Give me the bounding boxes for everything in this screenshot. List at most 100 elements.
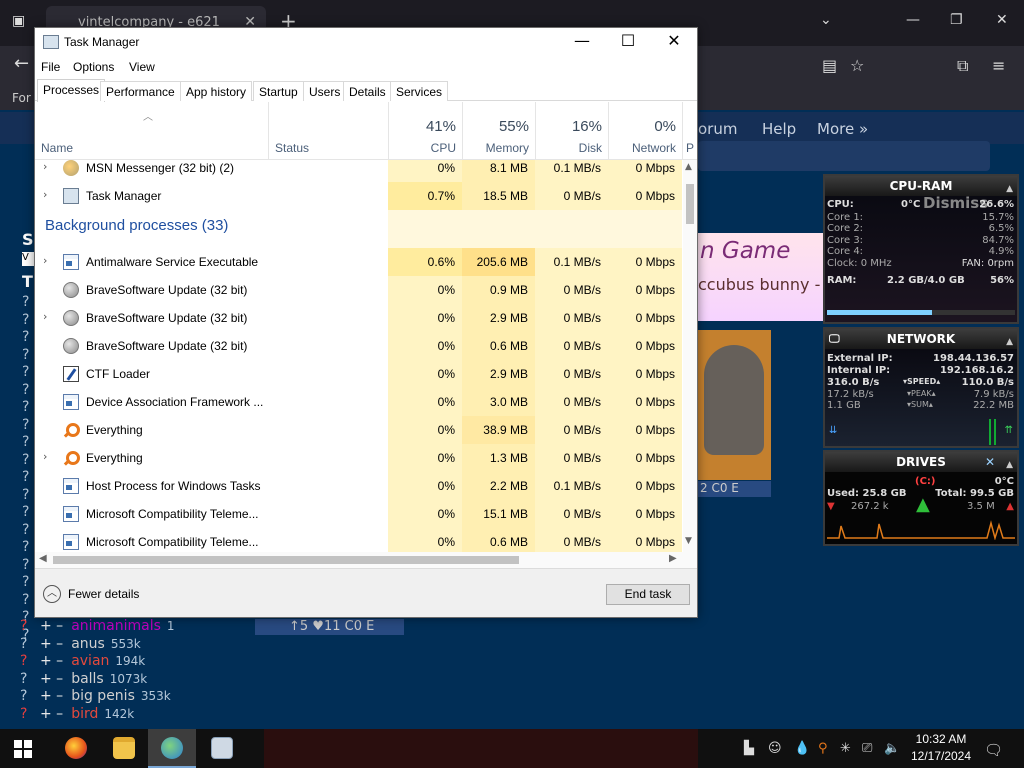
menu-view[interactable]: View <box>129 60 155 74</box>
maximize-button[interactable]: ☐ <box>605 32 651 54</box>
column-disk[interactable]: 16% Disk <box>535 102 608 160</box>
taskbar-task-manager[interactable] <box>198 729 246 768</box>
back-arrow-icon[interactable]: ← <box>14 53 29 74</box>
process-row[interactable]: BraveSoftware Update (32 bit) 0% 0.6 MB 0 M… <box>35 332 683 360</box>
tray-sparkle-icon[interactable]: ✳ <box>840 741 851 756</box>
scroll-left-icon[interactable]: ◀ <box>39 553 47 564</box>
tray-drop-icon[interactable]: 💧 <box>794 741 810 756</box>
minimize-button[interactable]: — <box>559 32 605 54</box>
column-name[interactable]: Name <box>41 141 73 155</box>
process-row[interactable]: Microsoft Compatibility Teleme... 0% 0.6 M… <box>35 528 683 552</box>
process-row[interactable]: Device Association Framework ... 0% 3.0 MB… <box>35 388 683 416</box>
column-network[interactable]: 0% Network <box>608 102 682 160</box>
tag-name-link[interactable]: balls <box>71 671 104 687</box>
tab-startup[interactable]: Startup <box>253 81 304 101</box>
tab-users[interactable]: Users <box>303 81 347 101</box>
close-button[interactable]: ✕ <box>651 32 697 54</box>
tag-name-link[interactable]: big penis <box>71 688 135 704</box>
tray-gadget-icon[interactable]: ▙ <box>744 741 754 756</box>
extensions-icon[interactable]: ⧉ <box>957 56 968 76</box>
process-row[interactable]: CTF Loader 0% 2.9 MB 0 MB/s 0 Mbps <box>35 360 683 388</box>
taskbar-firefox[interactable] <box>52 729 100 768</box>
scroll-right-icon[interactable]: ▶ <box>669 553 677 564</box>
process-row[interactable]: › BraveSoftware Update (32 bit) 0% 2.9 MB 0 … <box>35 304 683 332</box>
close-window-icon[interactable]: ✕ <box>996 12 1008 28</box>
tag-name-link[interactable]: avian <box>71 653 109 669</box>
tag-help-link[interactable]: ? <box>20 636 40 652</box>
process-row[interactable]: Everything 0% 38.9 MB 0 MB/s 0 Mbps <box>35 416 683 444</box>
process-row[interactable]: › MSN Messenger (32 bit) (2) 0% 8.1 MB 0.1 M… <box>35 160 683 182</box>
column-memory[interactable]: 55% Memory <box>462 102 535 160</box>
tag-add-remove[interactable]: + – <box>40 653 63 669</box>
site-search-box[interactable] <box>698 141 990 171</box>
expand-chevron-icon[interactable]: › <box>43 160 53 173</box>
tab-app-history[interactable]: App history <box>180 81 253 101</box>
tag-add-remove[interactable]: + – <box>40 688 63 704</box>
expand-chevron-icon[interactable]: › <box>43 254 53 267</box>
clock[interactable]: 10:32 AM 12/17/2024 <box>905 731 977 765</box>
tag-name-link[interactable]: anus <box>71 636 105 652</box>
menu-options[interactable]: Options <box>73 60 114 74</box>
process-row[interactable]: › Antimalware Service Executable 0.6% 205.6… <box>35 248 683 276</box>
tag-help-link[interactable]: ? <box>20 618 40 634</box>
start-button[interactable] <box>14 740 32 758</box>
menu-hamburger-icon[interactable]: ≡ <box>992 56 1005 75</box>
scroll-down-icon[interactable]: ▼ <box>685 536 692 546</box>
tab-details[interactable]: Details <box>343 81 392 101</box>
title-bar[interactable]: Task Manager — ☐ ✕ <box>35 28 697 58</box>
horizontal-scroll-thumb[interactable] <box>53 556 519 564</box>
process-row[interactable]: Host Process for Windows Tasks 0% 2.2 MB 0.… <box>35 472 683 500</box>
tray-everything-icon[interactable]: ⚲ <box>818 741 828 756</box>
tab-services[interactable]: Services <box>390 81 449 101</box>
tag-help-link[interactable]: ? <box>20 688 40 704</box>
end-task-button[interactable]: End task <box>606 584 690 605</box>
process-row[interactable]: › Everything 0% 1.3 MB 0 MB/s 0 Mbps <box>35 444 683 472</box>
tab-processes[interactable]: Processes <box>37 79 106 102</box>
tag-add-remove[interactable]: + – <box>40 671 63 687</box>
tab-list-chevron-icon[interactable]: ⌄ <box>820 12 832 28</box>
tab-overview-icon[interactable]: ▣ <box>12 13 25 29</box>
tools-icon[interactable]: ✕ <box>985 452 995 472</box>
expand-chevron-icon[interactable]: › <box>43 188 53 201</box>
column-cpu[interactable]: 41% CPU <box>388 102 462 160</box>
bookmark-star-icon[interactable]: ☆ <box>850 56 864 75</box>
column-status[interactable]: Status <box>275 141 309 155</box>
fewer-details-link[interactable]: Fewer details <box>68 587 139 601</box>
tag-help-link[interactable]: ? <box>20 706 40 722</box>
taskbar-file-explorer[interactable] <box>100 729 148 768</box>
process-row[interactable]: › Task Manager 0.7% 18.5 MB 0 MB/s 0 Mbps <box>35 182 683 210</box>
column-power[interactable]: P <box>682 102 697 160</box>
process-row[interactable]: BraveSoftware Update (32 bit) 0% 0.9 MB 0 M… <box>35 276 683 304</box>
tag-help-link[interactable]: ? <box>20 653 40 669</box>
tag-add-remove[interactable]: + – <box>40 706 63 722</box>
globe-icon <box>63 282 79 298</box>
scroll-up-icon[interactable]: ▲ <box>685 162 692 172</box>
tag-name-link[interactable]: bird <box>71 706 98 722</box>
process-row[interactable]: Microsoft Compatibility Teleme... 0% 15.1 … <box>35 500 683 528</box>
chevron-up-circle-icon[interactable]: ︿ <box>43 585 61 603</box>
tag-name-link[interactable]: animanimals <box>71 618 161 634</box>
tab-performance[interactable]: Performance <box>100 81 181 101</box>
expand-chevron-icon[interactable]: › <box>43 450 53 463</box>
menu-file[interactable]: File <box>41 60 60 74</box>
tray-msn-icon[interactable]: ☺ <box>768 741 782 756</box>
site-nav-forum[interactable]: orum <box>698 120 737 138</box>
site-nav-more[interactable]: More » <box>817 120 868 138</box>
tag-add-remove[interactable]: + – <box>40 636 63 652</box>
taskbar-msn[interactable] <box>148 729 196 768</box>
bookmark-for-label[interactable]: For <box>12 91 31 105</box>
tag-help-link[interactable]: ? <box>20 671 40 687</box>
restore-icon[interactable]: ❐ <box>950 12 963 28</box>
tray-network-icon[interactable]: ⎚ <box>862 741 872 756</box>
reader-view-icon[interactable]: ▤ <box>822 56 837 75</box>
minimize-icon[interactable]: — <box>906 12 920 28</box>
post-thumbnail[interactable] <box>698 330 771 480</box>
horizontal-scrollbar[interactable]: ◀ ▶ <box>35 552 697 568</box>
notifications-icon[interactable]: 🗨 <box>984 741 1003 759</box>
vertical-scroll-thumb[interactable] <box>686 184 694 224</box>
tray-volume-muted-icon[interactable]: 🔈 <box>884 741 900 756</box>
expand-chevron-icon[interactable]: › <box>43 310 53 323</box>
site-nav-help[interactable]: Help <box>762 120 796 138</box>
tag-add-remove[interactable]: + – <box>40 618 63 634</box>
vertical-scrollbar[interactable]: ▲ ▼ <box>683 160 697 552</box>
